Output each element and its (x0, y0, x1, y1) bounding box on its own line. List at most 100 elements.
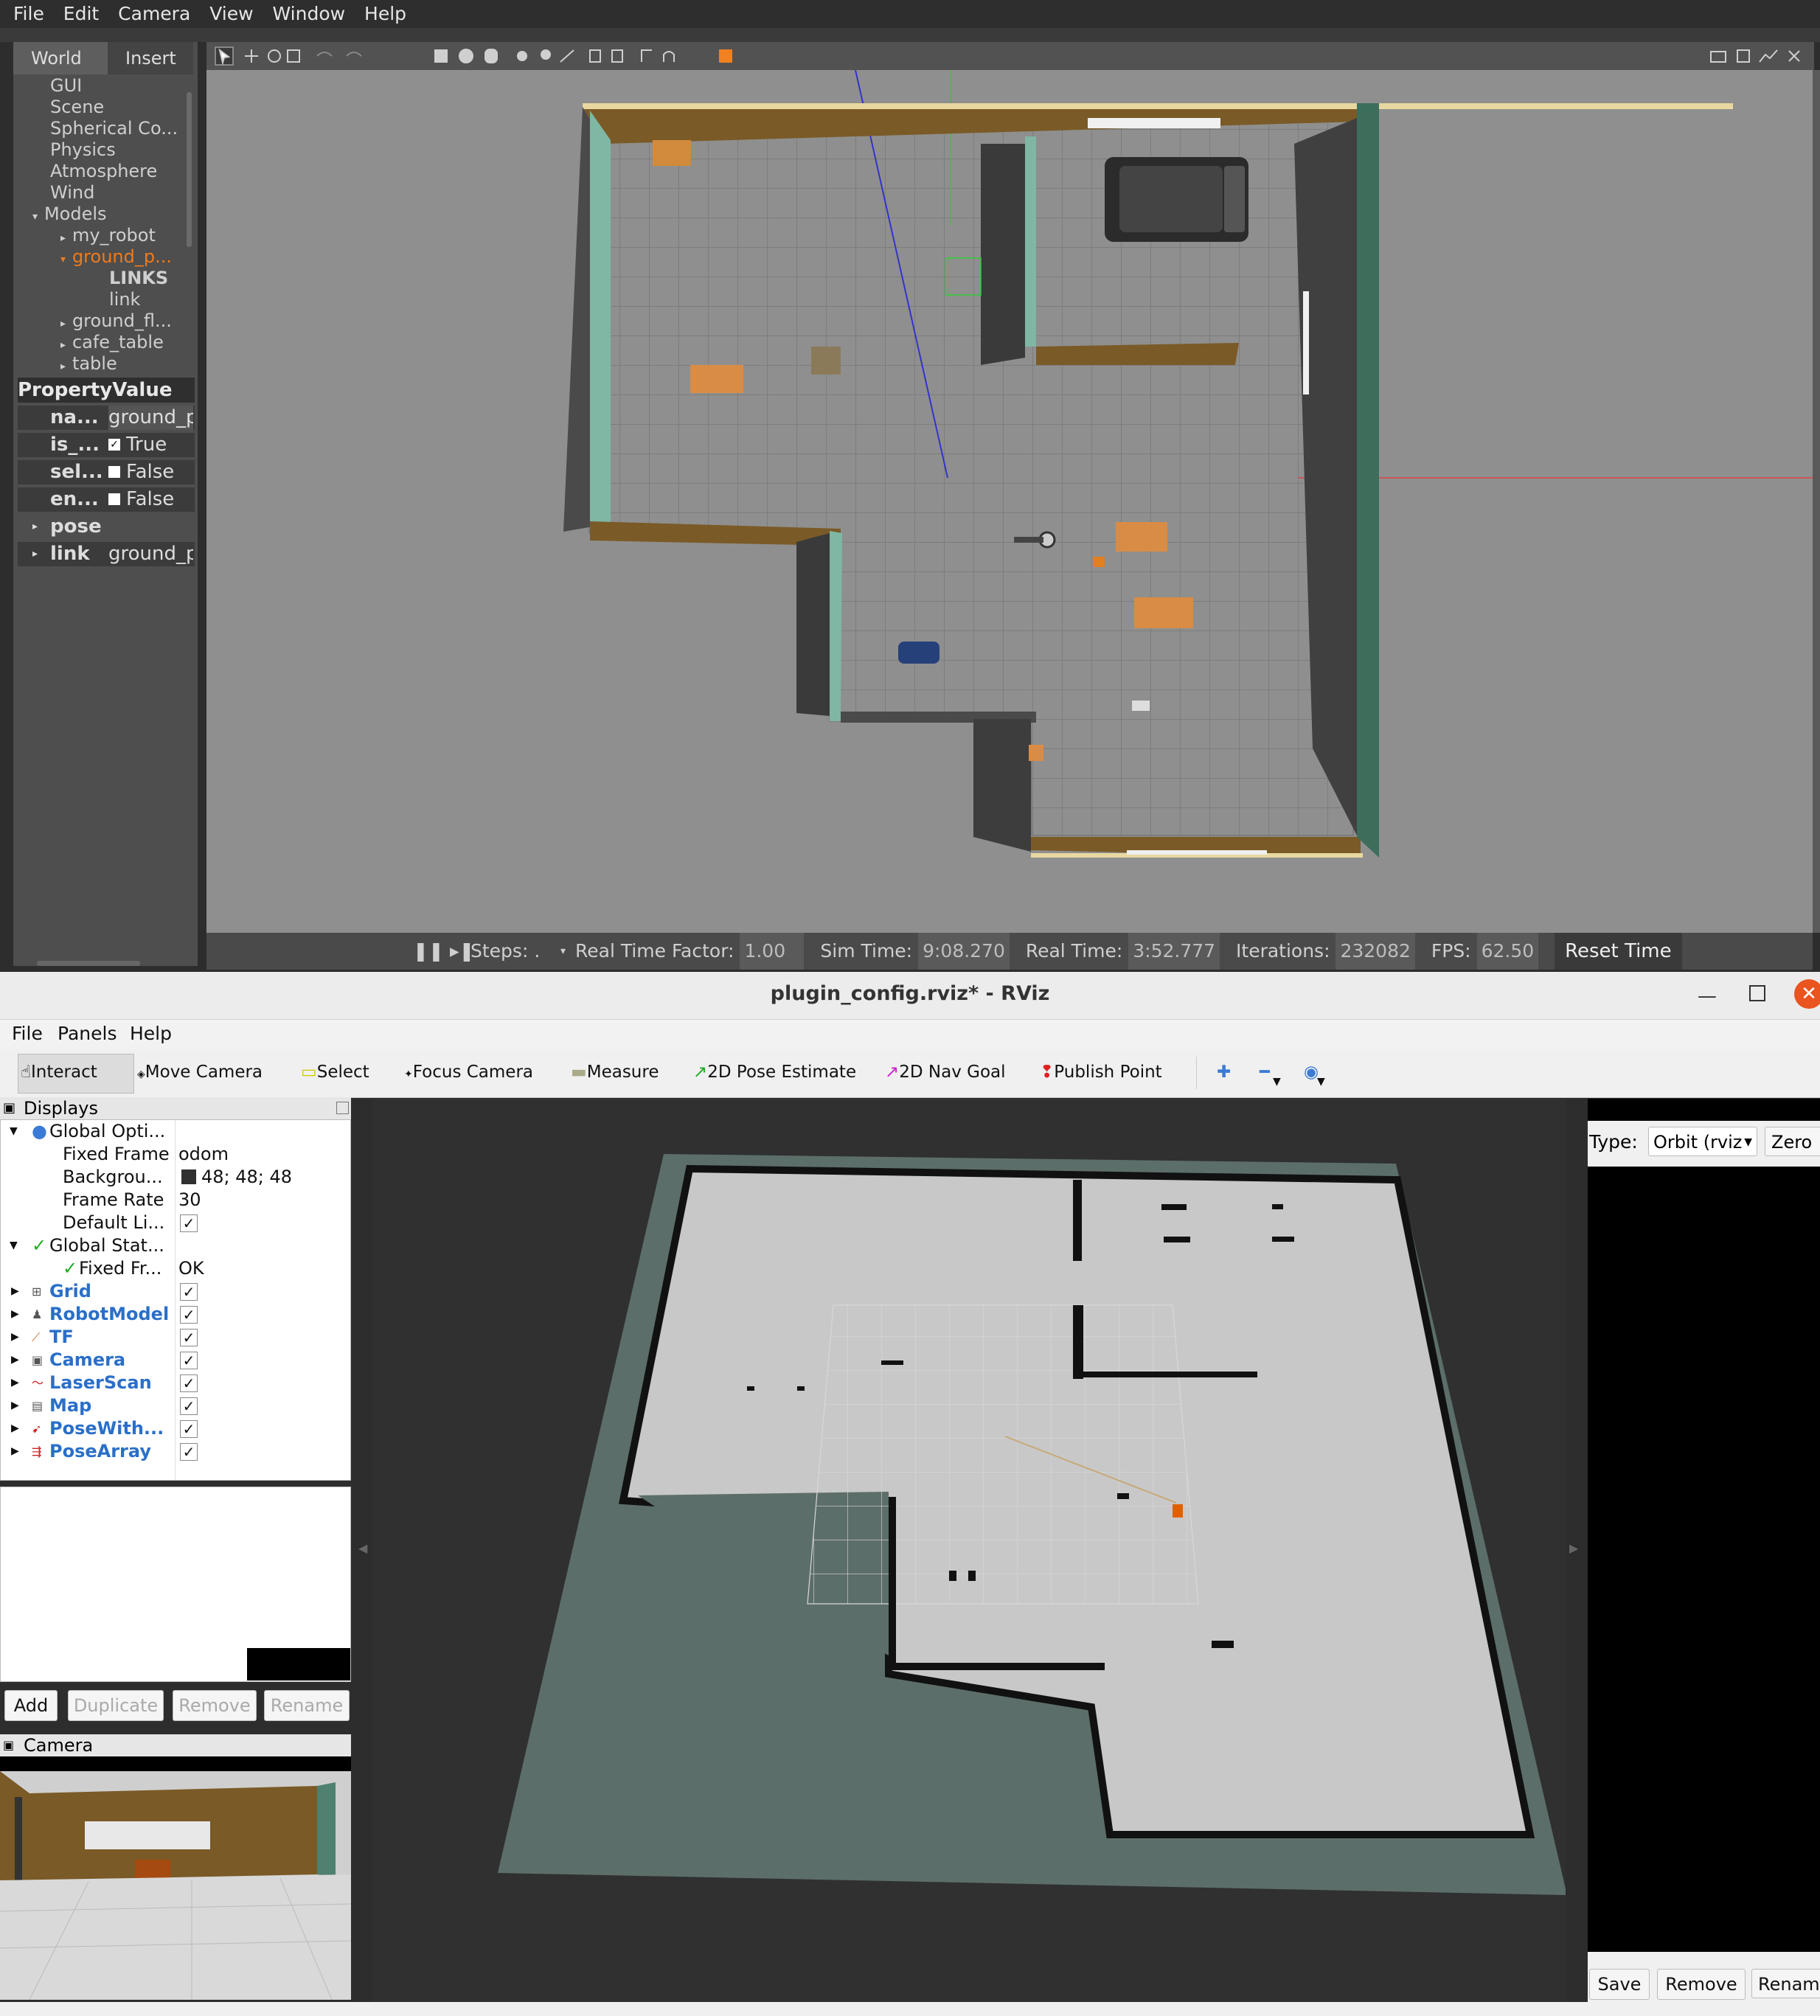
log-icon[interactable] (1737, 49, 1750, 63)
tf-checkbox[interactable]: ✓ (180, 1329, 198, 1346)
tree-item-ground-floor[interactable]: ▸ ground_fl... (32, 310, 195, 332)
duplicate-display-button[interactable]: Duplicate (68, 1690, 164, 1721)
snap-icon[interactable] (663, 51, 675, 62)
expand-arrow-icon[interactable]: ▶ (11, 1303, 19, 1326)
color-swatch[interactable] (181, 1169, 196, 1184)
robotmodel-checkbox[interactable]: ✓ (180, 1306, 198, 1324)
tree-item-cafe-table[interactable]: ▸ cafe_table (32, 332, 195, 353)
remove-tool-dropdown-icon[interactable]: ▼ (1273, 1076, 1281, 1088)
select-tool[interactable]: ▭Select (301, 1063, 369, 1082)
collapse-arrow-icon[interactable]: ▼ (10, 1234, 18, 1257)
tree-item-table[interactable]: ▸ table (32, 353, 195, 375)
focus-camera-tool[interactable]: ✦Focus Camera (404, 1063, 533, 1082)
collapse-arrow-icon[interactable]: ▼ (10, 1120, 18, 1143)
menu-panels[interactable]: Panels (58, 1023, 117, 1044)
undo-icon[interactable] (316, 52, 333, 57)
steps-label[interactable]: Steps: . (470, 933, 540, 970)
spot-light-icon[interactable] (541, 49, 551, 60)
add-tool-icon[interactable]: ✚ (1217, 1063, 1231, 1082)
background-value[interactable]: 48; 48; 48 (201, 1166, 292, 1189)
tree-item-gui[interactable]: GUI (32, 75, 195, 97)
tree-item-my-robot[interactable]: ▸ my_robot (32, 225, 195, 246)
menu-help[interactable]: Help (130, 1023, 172, 1044)
fixed-frame-value[interactable]: odom (178, 1143, 229, 1166)
menu-camera[interactable]: Camera (105, 0, 190, 24)
remove-tool-icon[interactable]: ━ (1260, 1063, 1270, 1082)
tree-item-physics[interactable]: Physics (32, 139, 195, 161)
copy-icon[interactable] (589, 49, 601, 63)
posearray-checkbox[interactable]: ✓ (180, 1443, 198, 1461)
eye-dropdown-icon[interactable]: ▼ (1317, 1076, 1325, 1088)
checkbox-unchecked-icon[interactable] (108, 493, 120, 505)
view-type-select[interactable]: Orbit (rviz ▼ (1648, 1127, 1757, 1156)
camera-image-view[interactable] (0, 1756, 351, 2000)
move-camera-tool[interactable]: ◈Move Camera (137, 1063, 263, 1082)
interact-tool[interactable]: ☝Interact (21, 1063, 97, 1082)
directional-light-icon[interactable] (560, 49, 574, 63)
screenshot-orange-icon[interactable] (719, 49, 732, 63)
fixed-frame-status-row[interactable]: ✓ Fixed Fr... OK (1, 1257, 347, 1280)
expand-arrow-icon[interactable]: ▶ (11, 1326, 19, 1349)
pose-estimate-tool[interactable]: ↗2D Pose Estimate (693, 1063, 856, 1082)
maximize-icon[interactable] (1749, 985, 1765, 1001)
minimize-icon[interactable]: — (1698, 985, 1717, 1007)
property-row-link[interactable]: ▸ link ground_p (18, 542, 195, 566)
publish-point-tool[interactable]: ❢Publish Point (1040, 1063, 1162, 1082)
tree-scrollbar[interactable] (187, 92, 192, 247)
global-options-row[interactable]: ▼ ● Global Opti... (1, 1120, 347, 1143)
display-item-robotmodel[interactable]: ▶ ♟ RobotModel ✓ (1, 1303, 347, 1326)
expand-arrow-icon[interactable]: ▶ (11, 1372, 19, 1394)
default-light-row[interactable]: Default Li... ✓ (1, 1212, 347, 1234)
property-row-enable-wind[interactable]: en... False (18, 487, 195, 512)
box-shape-icon[interactable] (434, 49, 448, 63)
remove-view-button[interactable]: Remove (1657, 1969, 1746, 2000)
checkbox-unchecked-icon[interactable] (108, 466, 120, 478)
display-item-map[interactable]: ▶ ▤ Map ✓ (1, 1394, 347, 1417)
sphere-shape-icon[interactable] (459, 49, 473, 63)
float-panel-icon[interactable] (336, 1102, 349, 1114)
expand-arrow-icon[interactable]: ▶ (11, 1280, 19, 1303)
menu-view[interactable]: View (196, 0, 253, 24)
menu-edit[interactable]: Edit (50, 0, 99, 24)
checkbox-checked-icon[interactable]: ✓ (108, 439, 120, 451)
point-light-icon[interactable] (517, 51, 527, 61)
gazebo-3d-viewport[interactable] (206, 70, 1813, 933)
camera-icon[interactable] (1710, 51, 1726, 63)
display-item-posearray[interactable]: ▶ ⇶ PoseArray ✓ (1, 1440, 347, 1463)
right-splitter-arrow-icon[interactable]: ▶ (1569, 1541, 1578, 1555)
display-item-tf[interactable]: ▶ ⟋ TF ✓ (1, 1326, 347, 1349)
plot-icon[interactable] (1759, 49, 1778, 63)
expand-arrow-icon[interactable]: ▶ (11, 1394, 19, 1417)
pause-icon[interactable]: ❚❚ (413, 933, 444, 970)
property-row-pose[interactable]: ▸ pose (18, 515, 195, 539)
background-row[interactable]: Backgrou... 48; 48; 48 (1, 1166, 347, 1189)
display-item-grid[interactable]: ▶ ⊞ Grid ✓ (1, 1280, 347, 1303)
views-list-area[interactable] (1588, 1167, 1820, 1952)
display-item-laserscan[interactable]: ▶ 〜 LaserScan ✓ (1, 1372, 347, 1394)
save-view-button[interactable]: Save (1589, 1969, 1650, 2000)
cylinder-shape-icon[interactable] (484, 49, 498, 63)
left-panel-hscroll[interactable] (37, 961, 140, 966)
rename-view-button[interactable]: Rename (1751, 1969, 1820, 1998)
align-icon[interactable] (641, 49, 652, 62)
tab-world[interactable]: World (13, 42, 108, 74)
menu-file[interactable]: File (0, 0, 44, 24)
frame-rate-row[interactable]: Frame Rate 30 (1, 1189, 347, 1212)
display-item-posewithcovariance[interactable]: ▶ ➹ PoseWith... ✓ (1, 1417, 347, 1440)
grid-checkbox[interactable]: ✓ (180, 1283, 198, 1301)
property-row-is-static[interactable]: is_... ✓ True (18, 433, 195, 457)
tree-item-scene[interactable]: Scene (32, 97, 195, 118)
rename-display-button[interactable]: Rename (264, 1690, 350, 1721)
posewithcov-checkbox[interactable]: ✓ (180, 1420, 198, 1438)
nav-goal-tool[interactable]: ↗2D Nav Goal (885, 1063, 1006, 1082)
map-checkbox[interactable]: ✓ (180, 1397, 198, 1415)
tree-item-models[interactable]: ▾ Models (32, 204, 195, 225)
tree-item-spherical[interactable]: Spherical Co... (32, 118, 195, 139)
property-row-name[interactable]: na... ground_p (18, 406, 195, 430)
tree-item-wind[interactable]: Wind (32, 182, 195, 204)
video-icon[interactable] (1788, 50, 1800, 62)
frame-rate-value[interactable]: 30 (178, 1189, 201, 1212)
tab-insert[interactable]: Insert (108, 42, 193, 74)
reset-time-button[interactable]: Reset Time (1555, 933, 1682, 970)
expand-arrow-icon[interactable]: ▶ (11, 1349, 19, 1372)
